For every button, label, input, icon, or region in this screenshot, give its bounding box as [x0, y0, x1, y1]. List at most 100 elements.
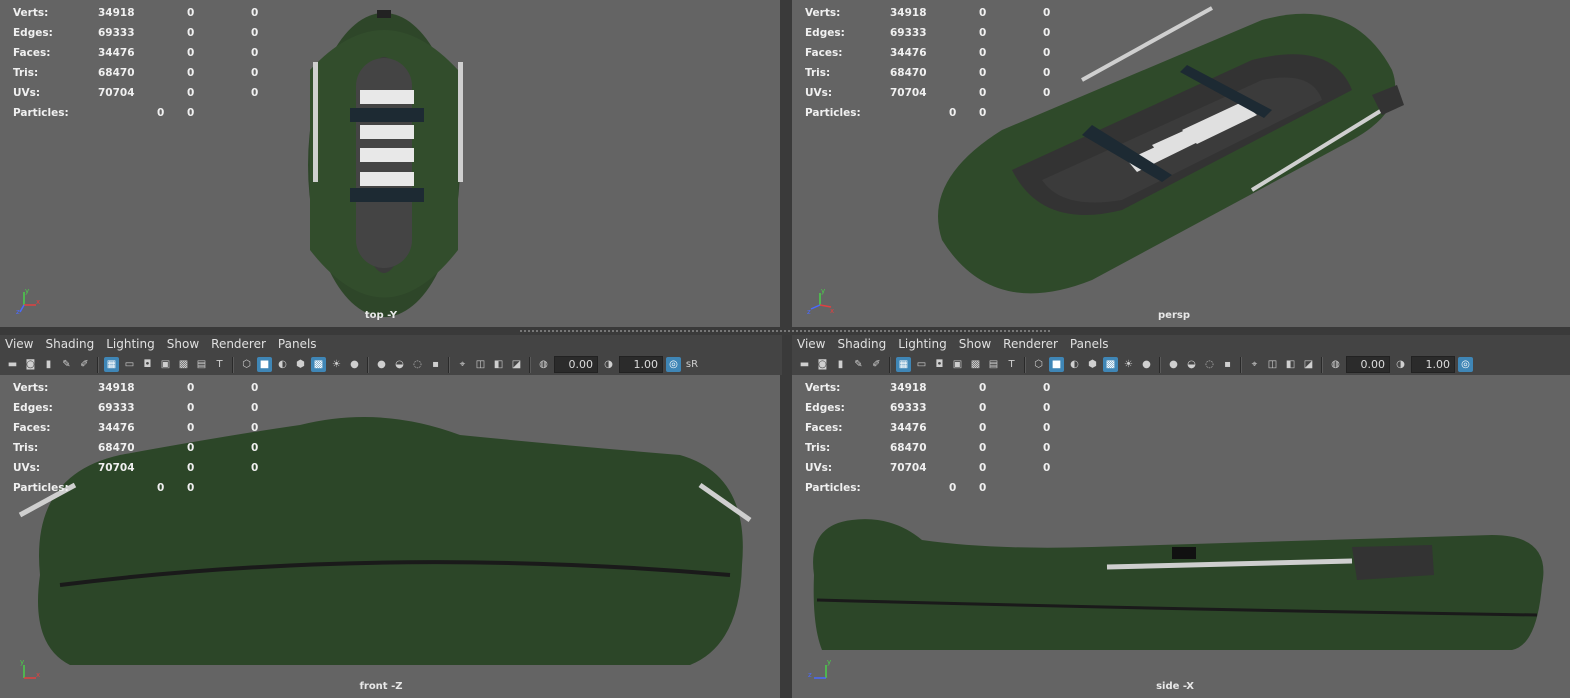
- isolate-select-icon[interactable]: ⌖: [1247, 357, 1262, 372]
- panel-toolbar-front: View Shading Lighting Show Renderer Pane…: [0, 335, 782, 375]
- ambient-occlusion-icon[interactable]: ●: [1166, 357, 1181, 372]
- exposure-field[interactable]: 0.00: [1346, 356, 1390, 373]
- resolution-gate-icon[interactable]: ◘: [932, 357, 947, 372]
- anti-alias-icon[interactable]: ◌: [410, 357, 425, 372]
- color-management-icon[interactable]: ◎: [1458, 357, 1473, 372]
- menu-renderer[interactable]: Renderer: [998, 335, 1065, 353]
- bookmark-icon[interactable]: ▮: [833, 357, 848, 372]
- xray-active-icon[interactable]: ◧: [1283, 357, 1298, 372]
- panel-tools: ▬ ◙ ▮ ✎ ✐ ▦ ▭ ◘ ▣ ▩ ▤ T ⬡ ■ ◐ ⬢ ▩ ☀ ● ● …: [0, 354, 700, 375]
- panel-tools: ▬ ◙ ▮ ✎ ✐ ▦ ▭ ◘ ▣ ▩ ▤ T ⬡ ■ ◐ ⬢ ▩ ☀ ● ● …: [792, 354, 1473, 375]
- axis-gizmo-icon: y x: [20, 658, 40, 679]
- color-management-icon[interactable]: ◎: [666, 357, 681, 372]
- xray-joints-icon[interactable]: ◫: [473, 357, 488, 372]
- exposure-icon[interactable]: ◍: [1328, 357, 1343, 372]
- separator: [529, 356, 531, 373]
- motion-blur-icon[interactable]: ◒: [392, 357, 407, 372]
- wireframe-on-shaded-icon[interactable]: ⬢: [293, 357, 308, 372]
- default-material-icon[interactable]: ◐: [1067, 357, 1082, 372]
- separator: [448, 356, 450, 373]
- depth-of-field-icon[interactable]: ▪: [1220, 357, 1235, 372]
- grid-icon[interactable]: ▦: [104, 357, 119, 372]
- viewport-top[interactable]: Verts: 34918 0 0 Edges: 69333 0 0 Faces: 34476 0…: [0, 0, 780, 327]
- menu-lighting[interactable]: Lighting: [101, 335, 162, 353]
- grease-pencil-icon[interactable]: ✐: [869, 357, 884, 372]
- backface-icon[interactable]: ◪: [509, 357, 524, 372]
- paint-icon[interactable]: ✎: [59, 357, 74, 372]
- menu-lighting[interactable]: Lighting: [893, 335, 954, 353]
- smooth-shade-icon[interactable]: ■: [257, 357, 272, 372]
- ambient-occlusion-icon[interactable]: ●: [374, 357, 389, 372]
- camera-attr-icon[interactable]: ◙: [815, 357, 830, 372]
- gate-mask-icon[interactable]: ▣: [158, 357, 173, 372]
- camera-icon[interactable]: ▬: [797, 357, 812, 372]
- xray-icon[interactable]: ▩: [311, 357, 326, 372]
- safe-action-icon[interactable]: ▤: [194, 357, 209, 372]
- camera-attr-icon[interactable]: ◙: [23, 357, 38, 372]
- menu-renderer[interactable]: Renderer: [206, 335, 273, 353]
- safe-title-icon[interactable]: T: [1004, 357, 1019, 372]
- svg-text:z: z: [16, 308, 20, 315]
- svg-text:y: y: [20, 658, 24, 666]
- gamma-icon[interactable]: ◑: [1393, 357, 1408, 372]
- field-chart-icon[interactable]: ▩: [968, 357, 983, 372]
- shadows-icon[interactable]: ●: [347, 357, 362, 372]
- wireframe-icon[interactable]: ⬡: [239, 357, 254, 372]
- resolution-gate-icon[interactable]: ◘: [140, 357, 155, 372]
- film-gate-icon[interactable]: ▭: [914, 357, 929, 372]
- exposure-icon[interactable]: ◍: [536, 357, 551, 372]
- separator: [367, 356, 369, 373]
- menu-view[interactable]: View: [792, 335, 832, 353]
- menu-show[interactable]: Show: [954, 335, 998, 353]
- menu-shading[interactable]: Shading: [40, 335, 101, 353]
- wireframe-on-shaded-icon[interactable]: ⬢: [1085, 357, 1100, 372]
- smooth-shade-icon[interactable]: ■: [1049, 357, 1064, 372]
- view-transform-label[interactable]: sR: [684, 357, 700, 372]
- separator: [232, 356, 234, 373]
- camera-label: persp: [1158, 310, 1190, 321]
- shadows-icon[interactable]: ●: [1139, 357, 1154, 372]
- svg-text:y: y: [827, 658, 831, 666]
- menu-view[interactable]: View: [0, 335, 40, 353]
- panel-toolbar-side: View Shading Lighting Show Renderer Pane…: [792, 335, 1570, 375]
- motion-blur-icon[interactable]: ◒: [1184, 357, 1199, 372]
- lights-icon[interactable]: ☀: [1121, 357, 1136, 372]
- separator: [1159, 356, 1161, 373]
- gamma-icon[interactable]: ◑: [601, 357, 616, 372]
- viewport-front[interactable]: Verts: 34918 0 0 Edges: 69333 0 0 Faces: 34476 0…: [0, 375, 780, 698]
- gamma-field[interactable]: 1.00: [619, 356, 663, 373]
- lights-icon[interactable]: ☀: [329, 357, 344, 372]
- viewport-side[interactable]: Verts: 34918 0 0 Edges: 69333 0 0 Faces: 34476 0…: [792, 375, 1570, 698]
- anti-alias-icon[interactable]: ◌: [1202, 357, 1217, 372]
- menu-panels[interactable]: Panels: [1065, 335, 1116, 353]
- camera-icon[interactable]: ▬: [5, 357, 20, 372]
- viewport-persp[interactable]: Verts: 34918 0 0 Edges: 69333 0 0 Faces: 34476 0…: [792, 0, 1570, 327]
- film-gate-icon[interactable]: ▭: [122, 357, 137, 372]
- xray-icon[interactable]: ▩: [1103, 357, 1118, 372]
- depth-of-field-icon[interactable]: ▪: [428, 357, 443, 372]
- gate-mask-icon[interactable]: ▣: [950, 357, 965, 372]
- isolate-select-icon[interactable]: ⌖: [455, 357, 470, 372]
- svg-text:z: z: [808, 671, 812, 679]
- xray-joints-icon[interactable]: ◫: [1265, 357, 1280, 372]
- xray-active-icon[interactable]: ◧: [491, 357, 506, 372]
- menu-panels[interactable]: Panels: [273, 335, 324, 353]
- paint-icon[interactable]: ✎: [851, 357, 866, 372]
- grease-pencil-icon[interactable]: ✐: [77, 357, 92, 372]
- bookmark-icon[interactable]: ▮: [41, 357, 56, 372]
- backface-icon[interactable]: ◪: [1301, 357, 1316, 372]
- axis-gizmo-icon: y x z: [16, 287, 40, 315]
- wireframe-icon[interactable]: ⬡: [1031, 357, 1046, 372]
- field-chart-icon[interactable]: ▩: [176, 357, 191, 372]
- menu-shading[interactable]: Shading: [832, 335, 893, 353]
- grid-icon[interactable]: ▦: [896, 357, 911, 372]
- panel-divider[interactable]: [520, 330, 1050, 332]
- panel-menu: View Shading Lighting Show Renderer Pane…: [792, 335, 1116, 353]
- safe-action-icon[interactable]: ▤: [986, 357, 1001, 372]
- default-material-icon[interactable]: ◐: [275, 357, 290, 372]
- separator: [1240, 356, 1242, 373]
- gamma-field[interactable]: 1.00: [1411, 356, 1455, 373]
- menu-show[interactable]: Show: [162, 335, 206, 353]
- exposure-field[interactable]: 0.00: [554, 356, 598, 373]
- safe-title-icon[interactable]: T: [212, 357, 227, 372]
